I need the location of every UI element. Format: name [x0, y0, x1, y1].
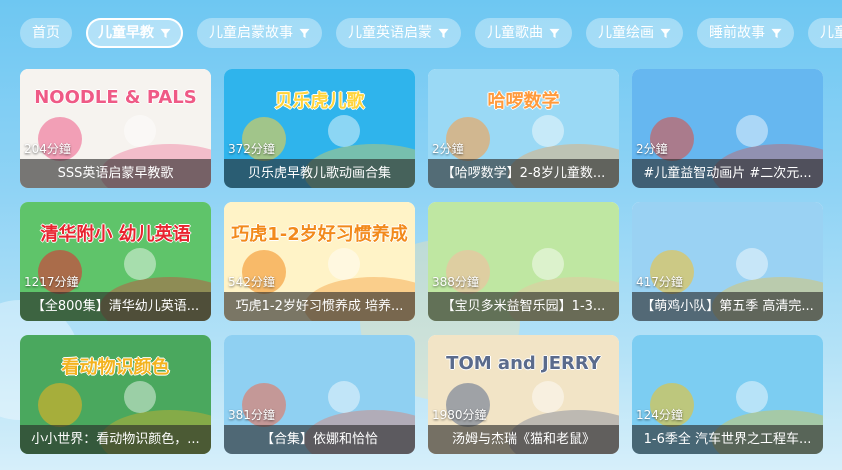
thumbnail-art-text: 清华附小 幼儿英语 — [40, 224, 191, 245]
duration-label: 542分鐘 — [228, 275, 275, 289]
video-title: SSS英语启蒙早教歌 — [20, 159, 211, 188]
duration-label: 388分鐘 — [432, 275, 479, 289]
video-card[interactable]: 看动物识颜色小小世界：看动物识颜色，... — [20, 335, 211, 454]
video-title: 【萌鸡小队】第五季 高清完... — [632, 292, 823, 321]
thumbnail-art-text: 看动物识颜色 — [61, 357, 170, 378]
duration-label: 381分鐘 — [228, 408, 275, 422]
tab-category[interactable]: 儿童早教 — [86, 18, 183, 48]
app-screen: { "tabs": [ {"label": "首页", "filter": fa… — [0, 0, 842, 470]
video-title: 小小世界：看动物识颜色，... — [20, 425, 211, 454]
video-card[interactable]: 贝乐虎儿歌 372分鐘贝乐虎早教儿歌动画合集 — [224, 69, 415, 188]
tab-label: 儿童 — [820, 25, 842, 41]
duration-label: 2分鐘 — [432, 142, 464, 156]
funnel-icon — [438, 28, 449, 38]
funnel-icon — [299, 28, 310, 38]
funnel-icon — [160, 28, 171, 38]
video-card[interactable]: 381分鐘【合集】依娜和恰恰 — [224, 335, 415, 454]
video-card[interactable]: TOM and JERRY 1980分鐘汤姆与杰瑞《猫和老鼠》 — [428, 335, 619, 454]
duration-label: 417分鐘 — [636, 275, 683, 289]
video-card[interactable]: 388分鐘【宝贝多米益智乐园】1-3... — [428, 202, 619, 321]
tab-category[interactable]: 儿童 — [808, 18, 842, 48]
video-card[interactable]: 巧虎1-2岁好习惯养成 542分鐘巧虎1-2岁好习惯养成 培养... — [224, 202, 415, 321]
duration-label: 1980分鐘 — [432, 408, 487, 422]
video-card[interactable]: 哈啰数学 2分鐘【哈啰数学】2-8岁儿童数... — [428, 69, 619, 188]
category-tab-bar: 首页 儿童早教 儿童启蒙故事 儿童英语启蒙 儿童歌曲 儿童绘画 睡前故事 儿童 — [20, 18, 842, 50]
video-card[interactable]: 417分鐘【萌鸡小队】第五季 高清完... — [632, 202, 823, 321]
tab-category[interactable]: 睡前故事 — [697, 18, 794, 48]
video-card[interactable]: 2分鐘 #儿童益智动画片 #二次元... — [632, 69, 823, 188]
tab-label: 睡前故事 — [709, 25, 765, 41]
tab-category[interactable]: 首页 — [20, 18, 72, 48]
duration-label: 204分鐘 — [24, 142, 71, 156]
tab-category[interactable]: 儿童歌曲 — [475, 18, 572, 48]
video-title: 【全800集】清华幼儿英语... — [20, 292, 211, 321]
video-title: 【哈啰数学】2-8岁儿童数... — [428, 159, 619, 188]
thumbnail-art-text: NOODLE & PALS — [34, 87, 197, 108]
video-grid: NOODLE & PALS 204分鐘 SSS英语启蒙早教歌 贝乐虎儿歌 372分鐘 贝乐… — [20, 69, 823, 454]
tab-label: 首页 — [32, 25, 60, 41]
tab-category[interactable]: 儿童绘画 — [586, 18, 683, 48]
video-title: 巧虎1-2岁好习惯养成 培养... — [224, 292, 415, 321]
video-title: 【合集】依娜和恰恰 — [224, 425, 415, 454]
funnel-icon — [549, 28, 560, 38]
duration-label: 372分鐘 — [228, 142, 275, 156]
duration-label: 1217分鐘 — [24, 275, 79, 289]
video-card[interactable]: 清华附小 幼儿英语 1217分鐘【全800集】清华幼儿英语... — [20, 202, 211, 321]
tab-label: 儿童启蒙故事 — [209, 25, 293, 41]
funnel-icon — [771, 28, 782, 38]
duration-label: 124分鐘 — [636, 408, 683, 422]
thumbnail-art-text: 哈啰数学 — [487, 91, 560, 112]
tab-label: 儿童早教 — [98, 25, 154, 41]
thumbnail-art-text: 贝乐虎儿歌 — [274, 91, 365, 112]
video-title: #儿童益智动画片 #二次元... — [632, 159, 823, 188]
video-title: 汤姆与杰瑞《猫和老鼠》 — [428, 425, 619, 454]
duration-label: 2分鐘 — [636, 142, 668, 156]
video-title: 1-6季全 汽车世界之工程车... — [632, 425, 823, 454]
funnel-icon — [660, 28, 671, 38]
tab-label: 儿童歌曲 — [487, 25, 543, 41]
video-title: 贝乐虎早教儿歌动画合集 — [224, 159, 415, 188]
thumbnail-art-text: 巧虎1-2岁好习惯养成 — [231, 224, 408, 245]
video-card[interactable]: NOODLE & PALS 204分鐘 SSS英语启蒙早教歌 — [20, 69, 211, 188]
tab-category[interactable]: 儿童英语启蒙 — [336, 18, 461, 48]
video-title: 【宝贝多米益智乐园】1-3... — [428, 292, 619, 321]
tab-category[interactable]: 儿童启蒙故事 — [197, 18, 322, 48]
tab-label: 儿童绘画 — [598, 25, 654, 41]
video-card[interactable]: 124分鐘 1-6季全 汽车世界之工程车... — [632, 335, 823, 454]
tab-label: 儿童英语启蒙 — [348, 25, 432, 41]
thumbnail-art-text: TOM and JERRY — [446, 353, 601, 374]
